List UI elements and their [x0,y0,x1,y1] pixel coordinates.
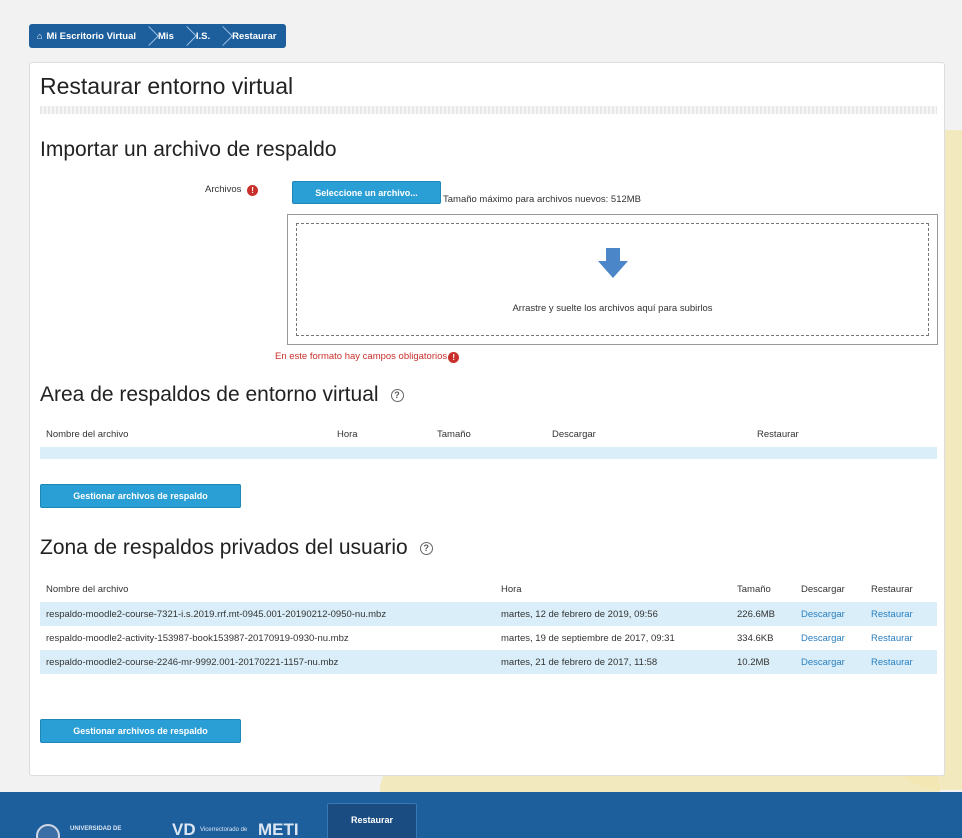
column-header: Restaurar [871,583,913,595]
manage-backups-button[interactable]: Gestionar archivos de respaldo [40,719,241,743]
column-header: Tamaño [437,428,471,440]
required-note-text: En este formato hay campos obligatorios [275,351,448,362]
user-backup-heading: Zona de respaldos privados del usuario? [40,536,433,560]
required-fields-note: En este formato hay campos obligatorios! [275,351,460,363]
file-name: respaldo-moodle2-course-7321-i.s.2019.rr… [40,602,501,626]
home-icon[interactable]: ⌂ [37,31,42,41]
file-size: 10.2MB [737,650,801,674]
footer-brand-text: VD [172,820,196,838]
column-header: Hora [337,428,358,440]
user-backup-table: Nombre del archivo Hora Tamaño Descargar… [40,576,937,674]
breadcrumb-item-escritorio[interactable]: Mi Escritorio Virtual [46,31,136,42]
manage-backups-button[interactable]: Gestionar archivos de respaldo [40,484,241,508]
course-backup-table: Nombre del archivo Hora Tamaño Descargar… [40,421,937,459]
title-divider [40,106,937,114]
main-card: Restaurar entorno virtual Importar un ar… [29,62,945,776]
table-row: respaldo-moodle2-course-2246-mr-9992.001… [40,650,937,674]
restore-link[interactable]: Restaurar [871,609,913,620]
files-label-text: Archivos [205,184,242,195]
download-arrow-icon [598,248,628,278]
page-title: Restaurar entorno virtual [40,73,294,99]
max-size-text: Tamaño máximo para archivos nuevos: 512M… [443,194,642,205]
breadcrumb-item-restaurar: Restaurar [232,30,277,42]
drop-zone-text: Arrastre y suelte los archivos aquí para… [512,303,713,314]
column-header: Descargar [801,583,845,595]
file-drop-zone[interactable]: Arrastre y suelte los archivos aquí para… [287,214,938,345]
required-icon: ! [247,185,259,196]
table-row-empty [40,447,937,459]
column-header: Descargar [552,428,596,440]
breadcrumb-item-is[interactable]: I.S. [196,31,210,42]
chevron-right-icon [178,24,192,48]
import-heading: Importar un archivo de respaldo [40,138,337,161]
download-link[interactable]: Descargar [801,609,845,620]
file-time: martes, 21 de febrero de 2017, 11:58 [501,650,737,674]
column-header: Restaurar [757,428,799,440]
column-header: Hora [501,583,522,595]
help-icon[interactable]: ? [390,388,404,402]
file-name: respaldo-moodle2-activity-153987-book153… [46,632,349,644]
file-name: respaldo-moodle2-course-2246-mr-9992.001… [40,650,501,674]
download-link[interactable]: Descargar [801,657,845,668]
files-label: Archivos ! [205,184,259,196]
university-logo [36,824,60,838]
choose-file-button[interactable]: Seleccione un archivo... [292,181,441,204]
file-size: 334.6KB [737,632,774,644]
footer: UNIVERSIDAD DE VD Vicerrectorado de METI… [0,792,962,838]
required-icon: ! [448,352,460,363]
drop-zone-border: Arrastre y suelte los archivos aquí para… [296,223,929,336]
footer-brand-text: Vicerrectorado de [200,827,248,833]
chevron-right-icon [140,24,154,48]
user-backup-heading-text: Zona de respaldos privados del usuario [40,536,408,559]
course-backup-heading-text: Area de respaldos de entorno virtual [40,383,379,406]
download-link[interactable]: Descargar [801,633,845,644]
file-size: 226.6MB [737,602,801,626]
footer-brand-text: UNIVERSIDAD DE [70,826,122,832]
column-header: Nombre del archivo [46,583,129,595]
column-header: Nombre del archivo [46,428,129,440]
footer-brand-text: METI [258,820,299,838]
file-time: martes, 19 de septiembre de 2017, 09:31 [501,632,675,644]
column-header: Tamaño [737,583,771,595]
help-icon[interactable]: ? [419,541,433,555]
breadcrumb-item-mis[interactable]: Mis [158,31,174,42]
course-backup-heading: Area de respaldos de entorno virtual? [40,383,404,407]
table-row: respaldo-moodle2-activity-153987-book153… [40,626,937,650]
breadcrumb: ⌂ Mi Escritorio Virtual Mis I.S. Restaur… [29,24,287,48]
footer-restore-tab[interactable]: Restaurar [327,803,417,838]
restore-link[interactable]: Restaurar [871,657,913,668]
table-row: respaldo-moodle2-course-7321-i.s.2019.rr… [40,602,937,626]
file-time: martes, 12 de febrero de 2019, 09:56 [501,602,737,626]
restore-link[interactable]: Restaurar [871,633,913,644]
chevron-right-icon [214,24,228,48]
